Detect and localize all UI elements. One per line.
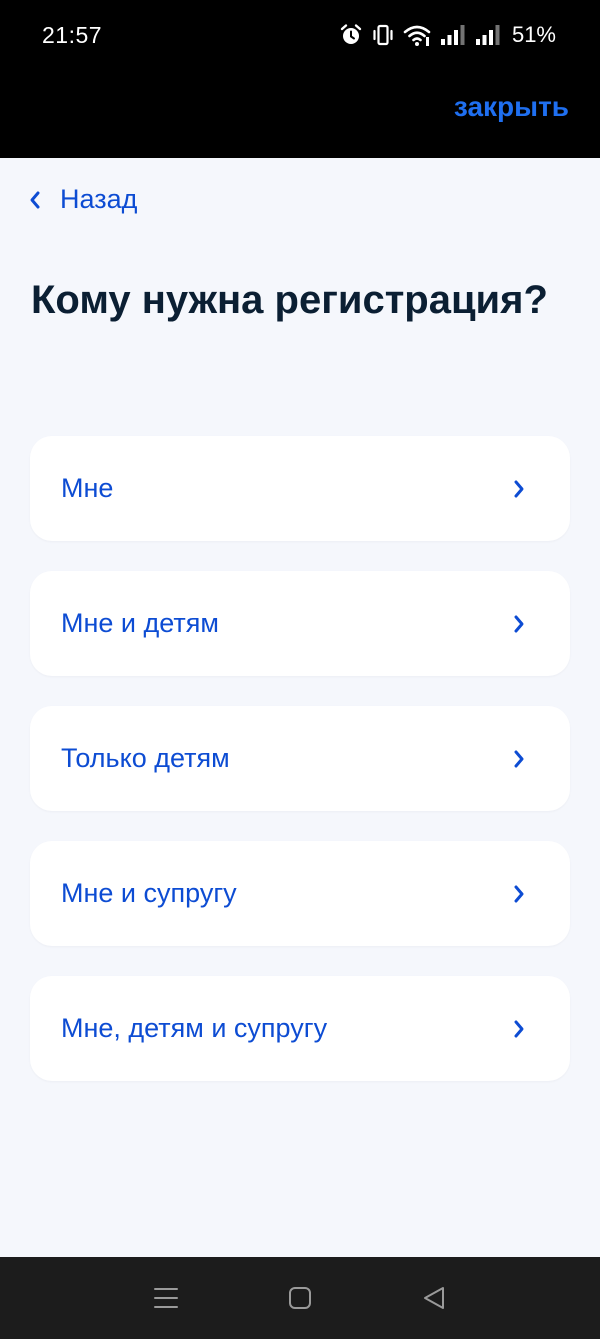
options-list: Мне Мне и детям Только детям Мне и супру…: [30, 436, 570, 1081]
option-me[interactable]: Мне: [30, 436, 570, 541]
option-children-only[interactable]: Только детям: [30, 706, 570, 811]
option-label: Мне, детям и супругу: [61, 1013, 328, 1043]
signal-icon: [475, 25, 500, 45]
option-label: Мне: [61, 473, 114, 503]
signal-icon: [440, 25, 465, 45]
chevron-right-icon: [514, 615, 524, 632]
home-icon[interactable]: [287, 1285, 313, 1311]
back-label: Назад: [60, 184, 138, 214]
page-title: Кому нужна регистрация?: [31, 278, 548, 322]
system-nav-bar: [0, 1257, 600, 1339]
option-me-and-spouse[interactable]: Мне и супругу: [30, 841, 570, 946]
wifi-icon: [403, 25, 431, 46]
back-button[interactable]: Назад: [28, 184, 137, 215]
option-me-and-children[interactable]: Мне и детям: [30, 571, 570, 676]
status-time: 21:57: [42, 21, 103, 48]
close-button[interactable]: закрыть: [454, 91, 569, 123]
status-bar: 21:57 51%: [0, 0, 600, 70]
top-bar: закрыть: [0, 70, 600, 158]
chevron-right-icon: [514, 750, 524, 767]
chevron-right-icon: [514, 1020, 524, 1037]
alarm-icon: [340, 24, 362, 44]
battery-percent: 51%: [511, 22, 556, 47]
status-icons: 51%: [339, 22, 556, 48]
back-triangle-icon[interactable]: [421, 1285, 447, 1311]
chevron-right-icon: [514, 480, 524, 497]
vibrate-icon: [373, 24, 393, 46]
main-content: Назад Кому нужна регистрация? Мне Мне и …: [0, 158, 600, 1257]
chevron-left-icon: [30, 191, 40, 208]
chevron-right-icon: [514, 885, 524, 902]
option-label: Мне и детям: [61, 608, 219, 638]
option-label: Только детям: [61, 743, 230, 773]
option-me-children-and-spouse[interactable]: Мне, детям и супругу: [30, 976, 570, 1081]
menu-icon[interactable]: [153, 1285, 179, 1311]
option-label: Мне и супругу: [61, 878, 237, 908]
